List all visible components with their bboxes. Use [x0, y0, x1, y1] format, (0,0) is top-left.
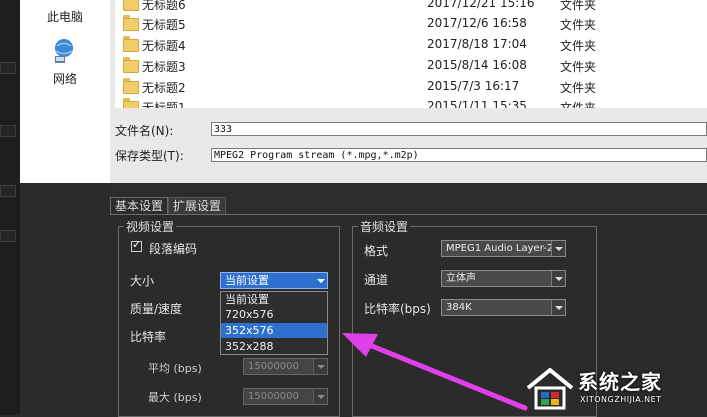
watermark-title: 系统之家 [578, 370, 662, 394]
strip-marker [0, 185, 16, 197]
save-fields: 文件名(N): 333 保存类型(T): MPEG2 Program strea… [110, 108, 707, 183]
file-type: 文件夹 [560, 81, 597, 95]
size-option[interactable]: 352x288 [221, 339, 327, 354]
file-type: 文件夹 [560, 101, 597, 108]
list-item[interactable]: 无标题4 2017/8/18 17:04 文件夹 [115, 35, 707, 55]
nav-item-this-pc[interactable]: 此电脑 [20, 8, 110, 25]
list-item[interactable]: 无标题5 2017/12/6 16:58 文件夹 [115, 14, 707, 34]
size-option-selected[interactable]: 352x576 [221, 323, 327, 338]
file-date: 2017/8/18 17:04 [427, 37, 527, 51]
file-name: 无标题3 [142, 60, 186, 74]
list-item[interactable]: 无标题3 2015/8/14 16:08 文件夹 [115, 56, 707, 76]
strip-marker [0, 125, 16, 137]
nav-item-label: 此电脑 [46, 10, 83, 24]
folder-icon [123, 98, 139, 108]
size-option[interactable]: 当前设置 [221, 292, 327, 307]
max-bitrate-select[interactable]: 15000000 [243, 388, 328, 405]
strip-marker [0, 230, 16, 242]
folder-icon [123, 15, 139, 31]
audio-bitrate-value: 384K [446, 302, 472, 313]
avg-bitrate-value: 15000000 [248, 361, 299, 372]
video-settings-title: 视频设置 [124, 218, 177, 235]
segment-encode-label: 段落编码 [149, 242, 198, 256]
bitrate-label: 比特率 [130, 330, 167, 344]
max-bitrate-value: 15000000 [248, 391, 299, 402]
audio-settings-title: 音频设置 [358, 218, 411, 235]
audio-bitrate-label: 比特率(bps) [364, 302, 431, 316]
list-item[interactable]: 无标题6 2017/12/21 15:16 文件夹 [115, 0, 707, 14]
size-label: 大小 [130, 274, 155, 288]
strip-marker [0, 62, 16, 74]
audio-format-value: MPEG1 Audio Layer-2 [446, 243, 554, 254]
segment-encode-checkbox[interactable] [131, 238, 142, 252]
folder-icon [123, 36, 139, 52]
avg-bitrate-select[interactable]: 15000000 [243, 358, 328, 375]
chevron-down-icon [313, 359, 327, 374]
file-date: 2015/1/11 15:35 [427, 99, 527, 108]
audio-channel-select[interactable]: 立体声 [441, 270, 566, 287]
quality-label: 质量/速度 [130, 302, 183, 316]
network-icon [52, 38, 76, 67]
size-select[interactable]: 当前设置 [220, 272, 328, 289]
nav-item-network[interactable]: 网络 [20, 70, 110, 87]
site-watermark: 系统之家 XITONGZHIJIA.NET [524, 364, 707, 415]
chevron-down-icon [551, 241, 565, 256]
file-type: 文件夹 [560, 60, 597, 74]
audio-format-select[interactable]: MPEG1 Audio Layer-2 [441, 240, 566, 257]
max-bitrate-label: 最大 (bps) [148, 391, 202, 404]
folder-icon [123, 57, 139, 73]
file-name: 无标题5 [142, 18, 186, 32]
left-strip [0, 0, 20, 415]
file-type: 文件夹 [560, 39, 597, 53]
tab-extended-settings[interactable]: 扩展设置 [168, 197, 227, 215]
watermark-url: XITONGZHIJIA.NET [580, 395, 662, 404]
file-date: 2015/8/14 16:08 [427, 58, 527, 72]
filetype-label: 保存类型(T): [115, 149, 184, 163]
nav-item-label: 网络 [52, 72, 77, 86]
channel-label: 通道 [364, 273, 389, 287]
audio-bitrate-select[interactable]: 384K [441, 299, 566, 316]
tab-basic-settings[interactable]: 基本设置 [110, 197, 169, 215]
folder-icon [123, 78, 139, 94]
file-type: 文件夹 [560, 0, 597, 12]
filename-label: 文件名(N): [115, 124, 174, 138]
size-select-value: 当前设置 [225, 274, 269, 287]
chevron-down-icon [314, 273, 327, 288]
navigation-pane: 此电脑 网络 [20, 0, 110, 183]
file-name: 无标题2 [142, 81, 186, 95]
format-label: 格式 [364, 244, 389, 258]
list-item[interactable]: 无标题2 2015/7/3 16:17 文件夹 [115, 77, 707, 97]
avg-bitrate-label: 平均 (bps) [148, 362, 202, 375]
chevron-down-icon [313, 389, 327, 404]
file-name: 无标题4 [142, 39, 186, 53]
file-date: 2017/12/6 16:58 [427, 16, 527, 30]
file-type: 文件夹 [560, 18, 597, 32]
folder-icon [123, 0, 139, 11]
file-name: 无标题6 [142, 0, 186, 12]
audio-channel-value: 立体声 [446, 273, 476, 284]
filetype-select[interactable]: MPEG2 Program stream (*.mpg,*.m2p) [211, 148, 707, 162]
filename-input[interactable]: 333 [211, 122, 707, 136]
file-name: 无标题1 [142, 101, 186, 108]
size-dropdown-list[interactable]: 当前设置 720x576 352x576 352x288 [220, 291, 328, 355]
size-option[interactable]: 720x576 [221, 307, 327, 322]
list-item[interactable]: 无标题1 2015/1/11 15:35 文件夹 [115, 97, 707, 108]
file-list[interactable]: 无标题6 2017/12/21 15:16 文件夹 无标题5 2017/12/6… [115, 0, 707, 108]
chevron-down-icon [551, 300, 565, 315]
house-logo-icon [526, 368, 574, 410]
file-date: 2017/12/21 15:16 [427, 0, 535, 10]
chevron-down-icon [551, 271, 565, 286]
file-date: 2015/7/3 16:17 [427, 79, 520, 93]
